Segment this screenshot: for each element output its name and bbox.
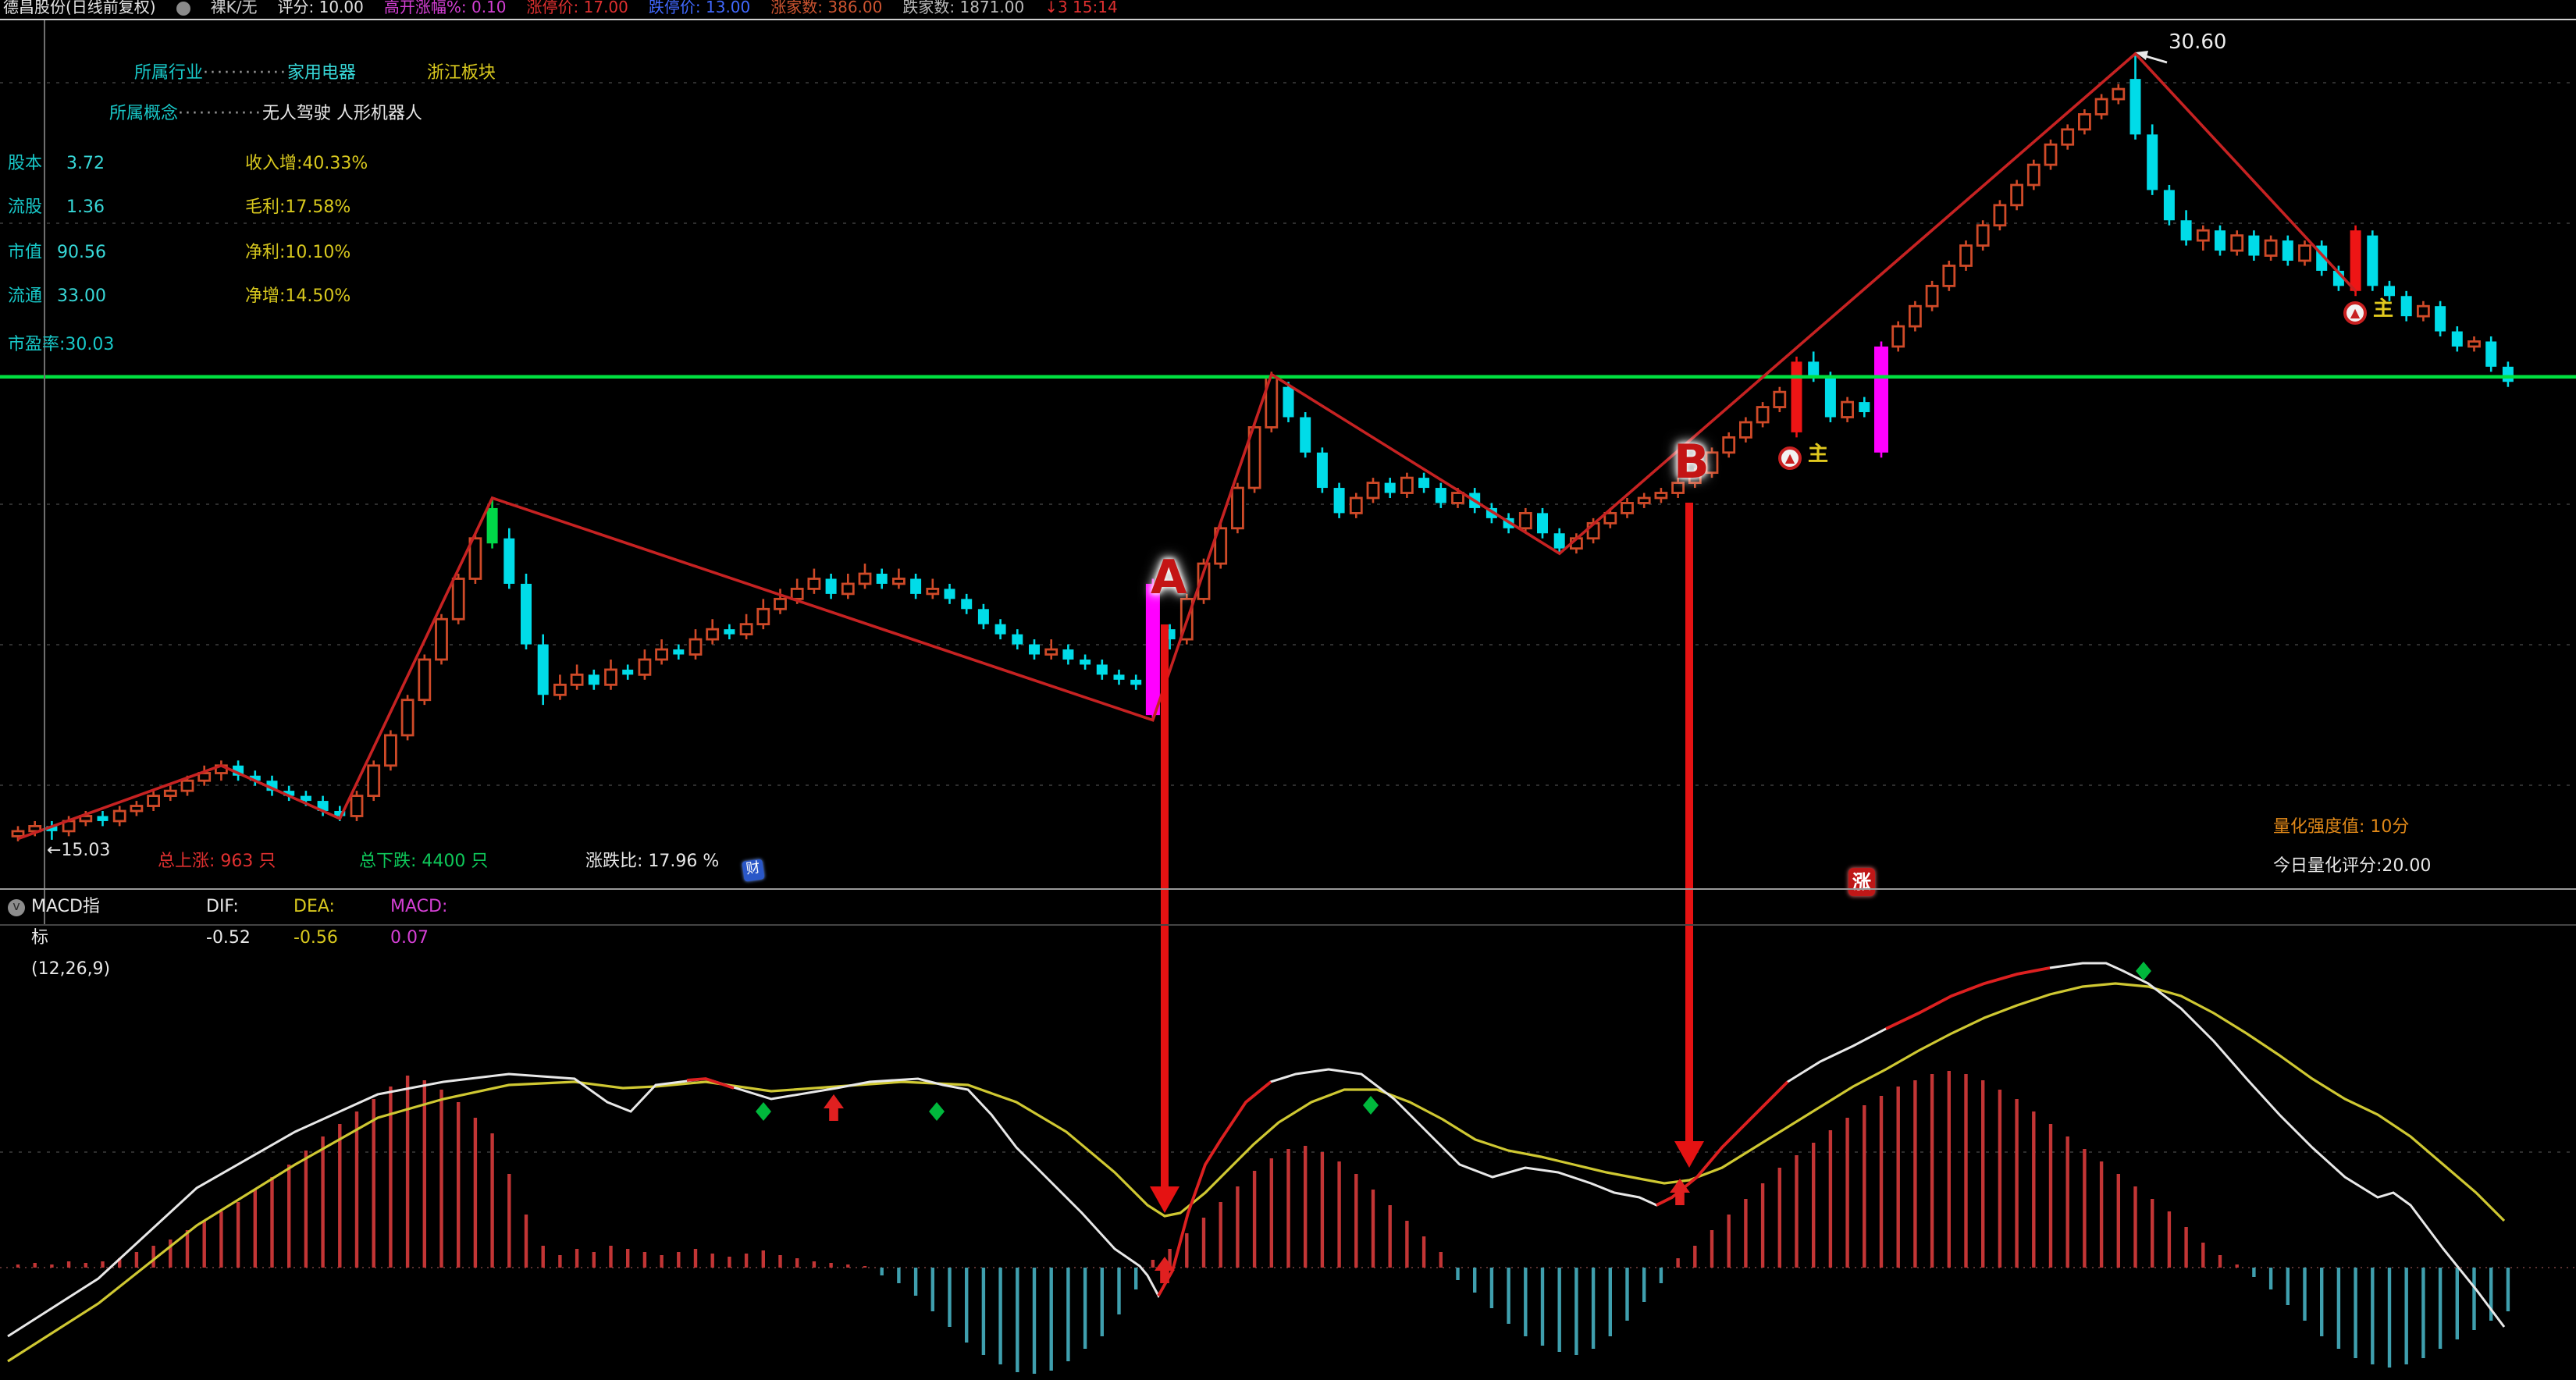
decliners-label: 跌家数: 1871.00: [902, 0, 1024, 17]
fundamental-right: 净利:10.10%: [245, 239, 350, 264]
fundamental-row: 流股 1.36: [8, 194, 105, 219]
industry-line: 所属行业············家用电器 浙江板块: [134, 59, 496, 84]
total-decliners: 总下跌: 4400 只: [359, 848, 488, 873]
main-force-label: 主: [2373, 292, 2393, 322]
kline-mode-label: 裸K/无: [211, 0, 258, 17]
main-force-label: 主: [1808, 437, 1828, 467]
zhang-float-icon[interactable]: 涨: [1848, 868, 1875, 896]
row-value: 33.00: [57, 286, 106, 306]
advance-decline-ratio: 涨跌比: 17.96 %: [585, 848, 719, 873]
macd-indicator-name[interactable]: MACD指标(12,26,9): [31, 891, 110, 985]
fundamental-right: 净增:14.50%: [245, 283, 350, 308]
trading-terminal: 德昌股份(日线前复权) 裸K/无 评分: 10.00 高开涨幅%: 0.10 涨…: [0, 0, 2576, 1380]
quant-score: 今日量化评分:20.00: [2273, 852, 2431, 877]
dea-value: DEA: -0.56: [294, 891, 338, 954]
kline-style-icon[interactable]: [176, 2, 190, 16]
collapse-indicator-icon[interactable]: v: [8, 899, 25, 916]
concept-line: 所属概念············无人驾驶 人形机器人: [109, 100, 422, 125]
macd-value: MACD: 0.07: [390, 891, 447, 954]
fundamental-right: 毛利:17.58%: [245, 194, 350, 219]
concept-label: 所属概念: [109, 103, 178, 123]
score-label: 评分: 10.00: [278, 0, 364, 17]
window-title: 德昌股份(日线前复权): [3, 0, 156, 17]
title-bar: 德昌股份(日线前复权) 裸K/无 评分: 10.00 高开涨幅%: 0.10 涨…: [0, 0, 2576, 20]
signal-a-label: A: [1151, 551, 1187, 606]
fundamental-row: 流通 33.00: [8, 283, 106, 308]
gap-open-label: 高开涨幅%: 0.10: [384, 0, 507, 17]
industry-label: 所属行业: [134, 62, 203, 83]
concept-value[interactable]: 无人驾驶 人形机器人: [262, 103, 422, 123]
dif-value: DIF: -0.52: [206, 891, 251, 954]
row-value: 1.36: [66, 197, 105, 217]
limit-down-label: 跌停价: 13.00: [649, 0, 750, 17]
row-value: 90.56: [57, 242, 106, 262]
up-arrow-icon: ▲: [1785, 451, 1795, 465]
fundamental-right: 收入增:40.33%: [245, 150, 368, 175]
low-price-label: ←15.03: [47, 840, 110, 860]
panel-divider: [0, 888, 2576, 890]
up-arrow-icon: ▲: [2350, 306, 2360, 320]
row-label: 市值: [8, 242, 42, 262]
quant-strength: 量化强度值: 10分: [2273, 813, 2409, 838]
signal-b-label: B: [1674, 436, 1710, 490]
macd-header-divider: [0, 924, 2576, 926]
peak-price-label: 30.60: [2169, 31, 2226, 55]
total-advancers: 总上涨: 963 只: [158, 848, 276, 873]
fundamental-row: 股本 3.72: [8, 150, 105, 175]
main-force-icon: ▲: [2343, 301, 2367, 325]
pe-label: 市盈率:30.03: [8, 331, 114, 356]
row-label: 流股: [8, 197, 42, 217]
row-label: 股本: [8, 153, 42, 173]
main-chart-canvas[interactable]: [0, 0, 2576, 1380]
main-force-icon: ▲: [1778, 446, 1802, 470]
limit-up-label: 涨停价: 17.00: [527, 0, 628, 17]
row-value: 3.72: [66, 153, 105, 173]
board-value[interactable]: 浙江板块: [427, 62, 496, 83]
row-label: 流通: [8, 286, 42, 306]
advancers-label: 涨家数: 386.00: [770, 0, 882, 17]
titlebar-extra: ↓3 15:14: [1044, 0, 1118, 17]
cai-float-icon[interactable]: 财: [742, 859, 764, 881]
industry-value[interactable]: 家用电器: [287, 62, 356, 83]
fundamental-row: 市值 90.56: [8, 239, 106, 264]
